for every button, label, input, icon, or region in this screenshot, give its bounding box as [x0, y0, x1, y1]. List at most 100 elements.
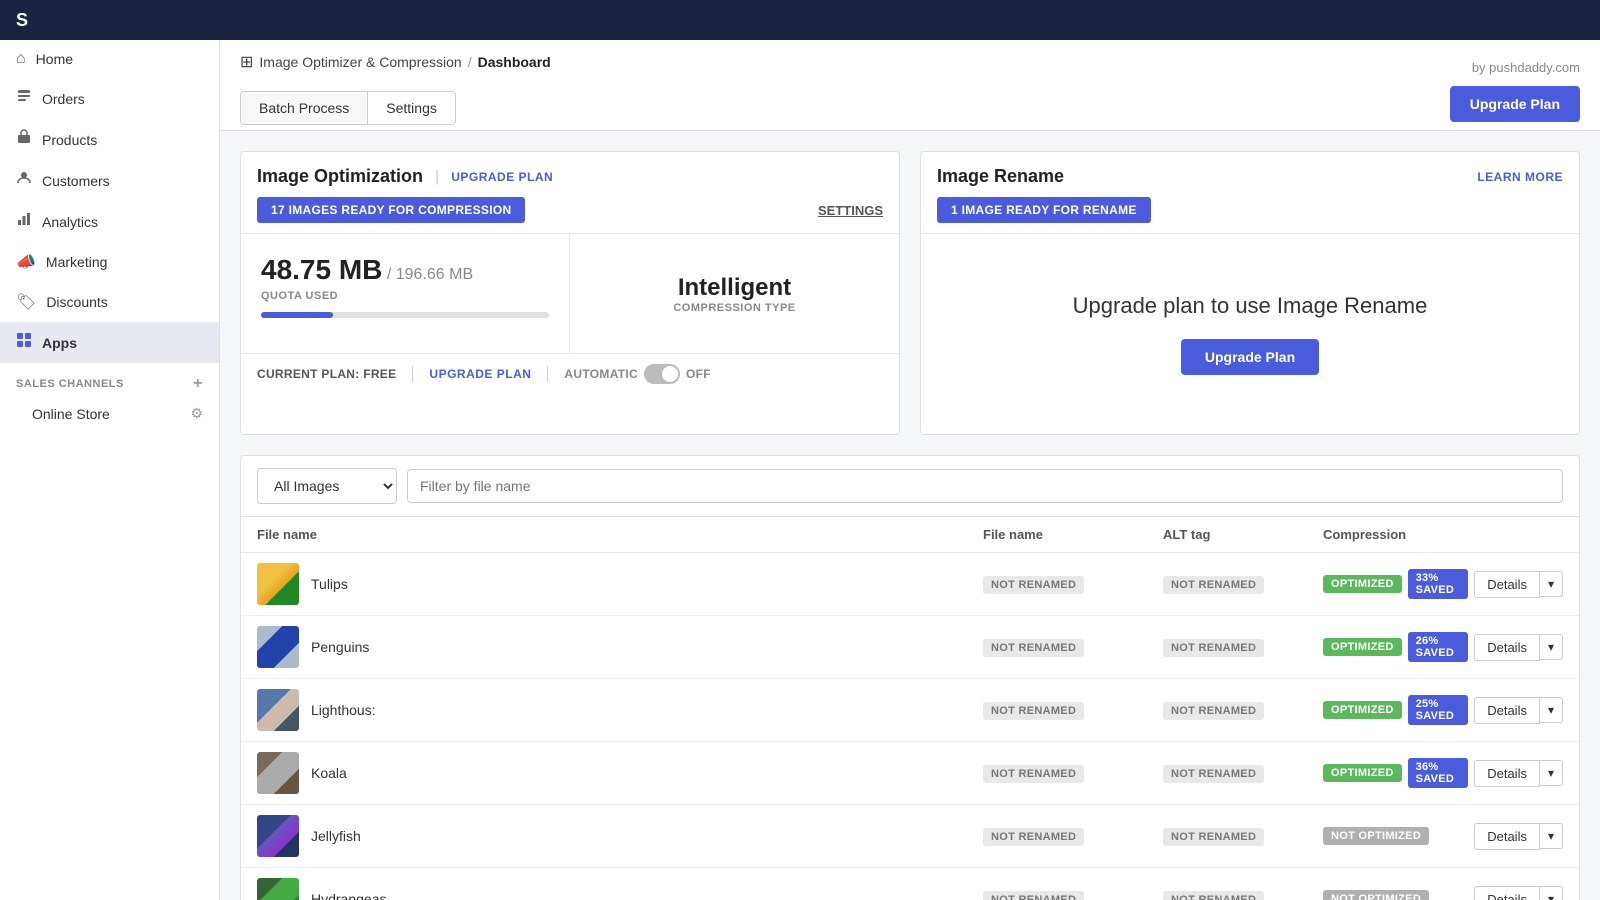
table-row: Hydrangeas NOT RENAMED NOT RENAMED NOT O…: [241, 868, 1579, 900]
alttag-status-tag: NOT RENAMED: [1163, 702, 1264, 720]
rename-upgrade-btn[interactable]: Upgrade Plan: [1181, 339, 1319, 375]
details-dropdown-button[interactable]: ▾: [1540, 697, 1563, 723]
col-altname: File name: [983, 527, 1163, 542]
opt-footer: CURRENT PLAN: FREE UPGRADE PLAN AUTOMATI…: [241, 354, 899, 394]
current-plan-label: CURRENT PLAN: FREE: [257, 367, 396, 381]
rename-card-body: Upgrade plan to use Image Rename Upgrade…: [921, 234, 1579, 434]
opt-banner-row: 17 IMAGES READY FOR COMPRESSION SETTINGS: [241, 187, 899, 234]
details-button[interactable]: Details: [1474, 760, 1540, 787]
sidebar-item-home[interactable]: ⌂ Home: [0, 40, 219, 78]
opt-divider: |: [435, 168, 439, 186]
compression-cell: NOT OPTIMIZED Details ▾: [1323, 823, 1563, 850]
opt-banner-text: 17 IMAGES READY FOR COMPRESSION: [257, 197, 525, 223]
app-header: ⊞ Image Optimizer & Compression / Dashbo…: [220, 40, 1600, 131]
file-name: Penguins: [311, 639, 369, 655]
details-dropdown-button[interactable]: ▾: [1540, 571, 1563, 597]
alt-tag-status-cell: NOT RENAMED: [1163, 638, 1323, 657]
tab-batch-process[interactable]: Batch Process: [240, 91, 368, 125]
footer-upgrade-link[interactable]: UPGRADE PLAN: [429, 367, 531, 381]
compression-cell: NOT OPTIMIZED Details ▾: [1323, 886, 1563, 900]
compression-status-tag: NOT OPTIMIZED: [1323, 827, 1429, 845]
sidebar-item-label: Marketing: [46, 254, 107, 270]
details-btn-wrap: Details ▾: [1474, 823, 1563, 850]
home-icon: ⌂: [16, 50, 26, 68]
filename-status-tag: NOT RENAMED: [983, 828, 1084, 846]
opt-upgrade-plan-link[interactable]: UPGRADE PLAN: [451, 170, 553, 184]
filename-status-tag: NOT RENAMED: [983, 576, 1084, 594]
automatic-label: AUTOMATIC: [564, 367, 638, 381]
sidebar: ⌂ Home Orders Products Customers Analy: [0, 40, 220, 900]
opt-compression-stat: Intelligent COMPRESSION TYPE: [570, 234, 899, 353]
compression-status-tag: OPTIMIZED: [1323, 638, 1402, 656]
sidebar-item-orders[interactable]: Orders: [0, 78, 219, 119]
compression-type-value: Intelligent: [678, 274, 791, 302]
compression-cell: OPTIMIZED 25% SAVED Details ▾: [1323, 695, 1563, 725]
details-button[interactable]: Details: [1474, 571, 1540, 598]
image-optimization-card: Image Optimization | UPGRADE PLAN 17 IMA…: [240, 151, 900, 435]
table-header: File name File name ALT tag Compression: [241, 517, 1579, 553]
rename-card-title: Image Rename: [937, 166, 1064, 187]
opt-quota-size: 48.75 MB / 196.66 MB: [261, 254, 549, 286]
file-cell: Jellyfish: [257, 815, 983, 857]
sales-channels-label: SALES CHANNELS: [16, 378, 124, 390]
details-button[interactable]: Details: [1474, 634, 1540, 661]
compression-status-tag: OPTIMIZED: [1323, 575, 1402, 593]
details-button[interactable]: Details: [1474, 697, 1540, 724]
file-thumbnail: [257, 626, 299, 668]
alttag-status-tag: NOT RENAMED: [1163, 765, 1264, 783]
alt-tag-status-cell: NOT RENAMED: [1163, 575, 1323, 594]
filename-status-tag: NOT RENAMED: [983, 702, 1084, 720]
file-thumbnail: [257, 752, 299, 794]
online-store-settings-icon[interactable]: ⚙: [190, 405, 203, 422]
filter-select[interactable]: All Images: [257, 468, 397, 504]
details-btn-wrap: Details ▾: [1474, 697, 1563, 724]
file-cell: Tulips: [257, 563, 983, 605]
sidebar-item-customers[interactable]: Customers: [0, 160, 219, 201]
file-name-status-cell: NOT RENAMED: [983, 575, 1163, 594]
file-name: Tulips: [311, 576, 348, 592]
details-btn-wrap: Details ▾: [1474, 571, 1563, 598]
sidebar-item-marketing[interactable]: 📣 Marketing: [0, 242, 219, 282]
file-thumbnail: [257, 878, 299, 900]
filename-status-tag: NOT RENAMED: [983, 639, 1084, 657]
alttag-status-tag: NOT RENAMED: [1163, 639, 1264, 657]
rename-body-text: Upgrade plan to use Image Rename: [1073, 293, 1428, 319]
breadcrumb: ⊞ Image Optimizer & Compression / Dashbo…: [240, 52, 551, 72]
sidebar-item-analytics[interactable]: Analytics: [0, 201, 219, 242]
breadcrumb-app-name: Image Optimizer & Compression: [259, 54, 461, 70]
sidebar-item-online-store[interactable]: Online Store ⚙: [0, 397, 219, 430]
details-dropdown-button[interactable]: ▾: [1540, 760, 1563, 786]
compression-pct-tag: 36% SAVED: [1408, 758, 1469, 788]
compression-sublabel: COMPRESSION TYPE: [673, 302, 795, 314]
alttag-status-tag: NOT RENAMED: [1163, 576, 1264, 594]
upgrade-plan-button[interactable]: Upgrade Plan: [1450, 86, 1580, 122]
table-row: Jellyfish NOT RENAMED NOT RENAMED NOT OP…: [241, 805, 1579, 868]
details-button[interactable]: Details: [1474, 886, 1540, 900]
col-filename: File name: [257, 527, 983, 542]
tab-settings[interactable]: Settings: [368, 91, 456, 125]
sidebar-item-label: Customers: [42, 173, 110, 189]
learn-more-link[interactable]: LEARN MORE: [1477, 170, 1563, 184]
details-button[interactable]: Details: [1474, 823, 1540, 850]
app-header-top-row: ⊞ Image Optimizer & Compression / Dashbo…: [240, 52, 1580, 82]
automatic-toggle[interactable]: [644, 364, 680, 384]
marketing-icon: 📣: [16, 252, 36, 272]
sidebar-item-discounts[interactable]: 🏷 Discounts: [0, 282, 219, 322]
add-sales-channel-icon[interactable]: +: [193, 375, 203, 393]
content-area: ⊞ Image Optimizer & Compression / Dashbo…: [220, 40, 1600, 900]
sidebar-item-apps[interactable]: Apps: [0, 322, 219, 363]
main-layout: ⌂ Home Orders Products Customers Analy: [0, 40, 1600, 900]
sidebar-item-label: Analytics: [42, 214, 98, 230]
sidebar-item-products[interactable]: Products: [0, 119, 219, 160]
details-dropdown-button[interactable]: ▾: [1540, 634, 1563, 660]
sidebar-item-label: Orders: [42, 91, 85, 107]
file-name: Lighthous:: [311, 702, 376, 718]
file-cell: Penguins: [257, 626, 983, 668]
filter-input[interactable]: [407, 469, 1563, 503]
opt-settings-link[interactable]: SETTINGS: [818, 203, 883, 218]
image-rename-card: Image Rename LEARN MORE 1 IMAGE READY FO…: [920, 151, 1580, 435]
details-dropdown-button[interactable]: ▾: [1540, 886, 1563, 900]
file-name-status-cell: NOT RENAMED: [983, 701, 1163, 720]
compression-status-tag: OPTIMIZED: [1323, 764, 1402, 782]
details-dropdown-button[interactable]: ▾: [1540, 823, 1563, 849]
